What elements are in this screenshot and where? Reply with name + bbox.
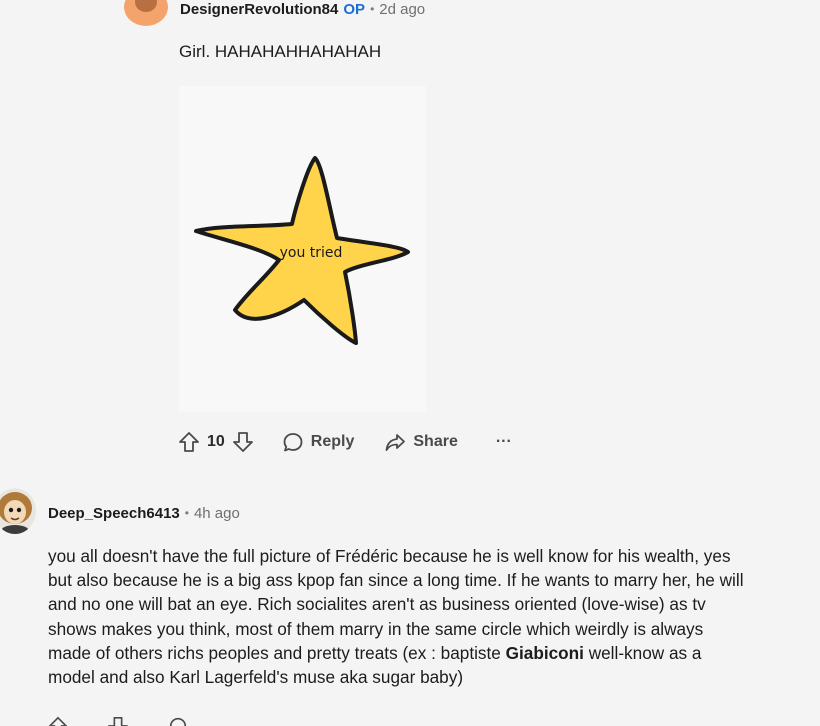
speech-bubble-icon: [283, 433, 303, 452]
comment-actions: [48, 714, 188, 726]
comment-body-line: but also because he is a big ass kpop fa…: [48, 568, 818, 592]
you-tried-star-icon: you tried: [194, 156, 410, 345]
comment-text: Girl. HAHAHAHHAHAHAH: [179, 42, 382, 61]
speech-bubble-icon[interactable]: [168, 716, 188, 726]
body-text: made of others richs peoples and pretty …: [48, 642, 506, 663]
more-options-icon: ···: [495, 433, 512, 450]
comment-body-line: and no one will bat an eye. Rich sociali…: [48, 592, 818, 616]
comment-timestamp[interactable]: 4h ago: [194, 505, 240, 522]
share-label: Share: [413, 433, 458, 450]
comment-thread: DesignerRevolution84 OP • 2d ago Girl. H…: [0, 0, 820, 726]
reply-button[interactable]: Reply: [282, 431, 355, 453]
meta-separator: •: [184, 506, 189, 520]
comment-timestamp[interactable]: 2d ago: [379, 1, 425, 18]
body-text: and no one will bat an eye. Rich sociali…: [48, 594, 706, 615]
star-caption: you tried: [280, 245, 343, 261]
more-options-button[interactable]: ···: [496, 433, 512, 451]
body-text: well-know as a: [583, 642, 702, 663]
comment-body-line: you all doesn't have the full picture of…: [48, 544, 818, 568]
body-text: you all doesn't have the full picture of…: [48, 546, 731, 566]
body-text: but also because he is a big ass kpop fa…: [48, 570, 744, 591]
downvote-button[interactable]: [232, 431, 254, 453]
share-arrow-icon: [385, 434, 406, 451]
comment-body: you all doesn't have the full picture of…: [48, 544, 818, 689]
upvote-arrow-icon[interactable]: [48, 716, 68, 726]
comment-actions: 10 Reply Share ···: [178, 428, 512, 456]
username-link[interactable]: DesignerRevolution84: [180, 1, 338, 18]
comment-body-line: made of others richs peoples and pretty …: [48, 641, 818, 665]
share-button[interactable]: Share: [384, 431, 458, 453]
comment-meta: DesignerRevolution84 OP • 2d ago: [180, 0, 425, 18]
meta-separator: •: [370, 2, 375, 16]
body-text: shows makes you think, most of them marr…: [48, 618, 704, 639]
op-badge: OP: [343, 0, 366, 18]
reply-label: Reply: [310, 433, 355, 450]
user-avatar[interactable]: [0, 488, 36, 534]
comment-body-line: shows makes you think, most of them marr…: [48, 617, 818, 641]
user-avatar[interactable]: [124, 0, 168, 26]
downvote-arrow-icon[interactable]: [108, 716, 128, 726]
vote-group: 10: [178, 431, 254, 453]
comment-body-line: model and also Karl Lagerfeld's muse aka…: [48, 665, 818, 689]
comment-image[interactable]: you tried: [179, 86, 426, 412]
username-link[interactable]: Deep_Speech6413: [48, 505, 180, 522]
upvote-arrow-icon: [179, 432, 199, 452]
vote-count: 10: [207, 433, 225, 450]
upvote-button[interactable]: [178, 431, 200, 453]
avatar-face-icon: [135, 0, 157, 12]
comment-meta: Deep_Speech6413 • 4h ago: [48, 503, 240, 523]
downvote-arrow-icon: [232, 432, 253, 452]
body-text: model and also Karl Lagerfeld's muse aka…: [48, 667, 464, 688]
body-bold-text: Giabiconi: [505, 642, 584, 663]
avatar-lion-icon: [0, 489, 36, 534]
